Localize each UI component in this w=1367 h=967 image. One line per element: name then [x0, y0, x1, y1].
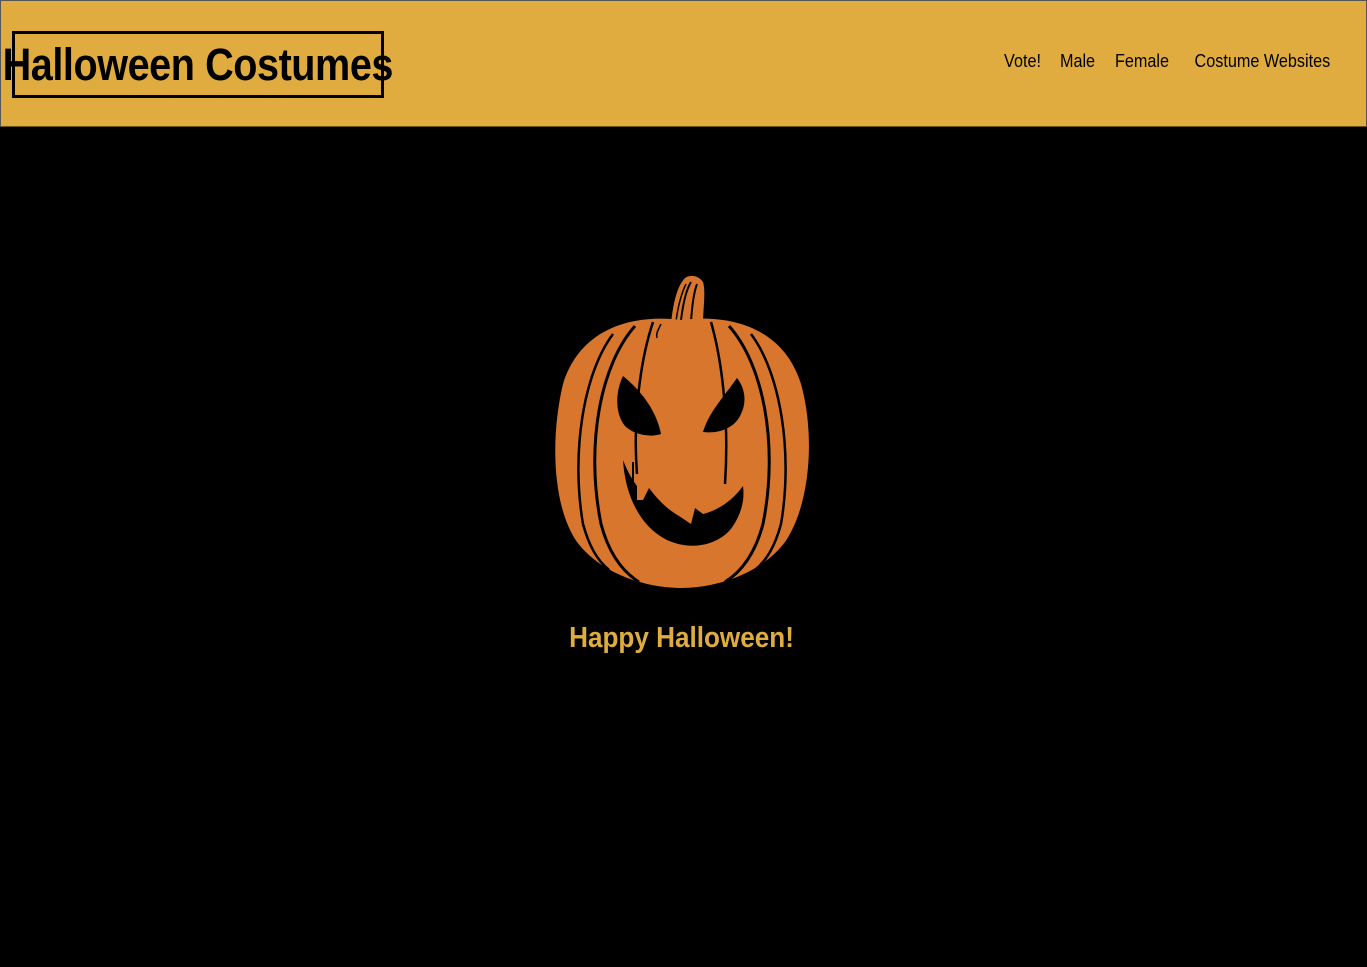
site-logo[interactable]: Halloween Costumes: [3, 31, 394, 98]
site-header: Halloween Costumes Vote! Male Female Cos…: [0, 0, 1367, 127]
site-title: Halloween Costumes: [2, 38, 394, 90]
jack-o-lantern-image: [555, 275, 809, 588]
nav-link-female[interactable]: Female: [1110, 51, 1175, 72]
greeting-text: Happy Halloween!: [569, 622, 794, 654]
nav-link-costume-websites[interactable]: Costume Websites: [1189, 51, 1335, 72]
nav-link-male[interactable]: Male: [1055, 51, 1101, 72]
nav-link-vote[interactable]: Vote!: [999, 51, 1047, 72]
main-nav: Vote! Male Female Costume Websites: [993, 51, 1344, 72]
